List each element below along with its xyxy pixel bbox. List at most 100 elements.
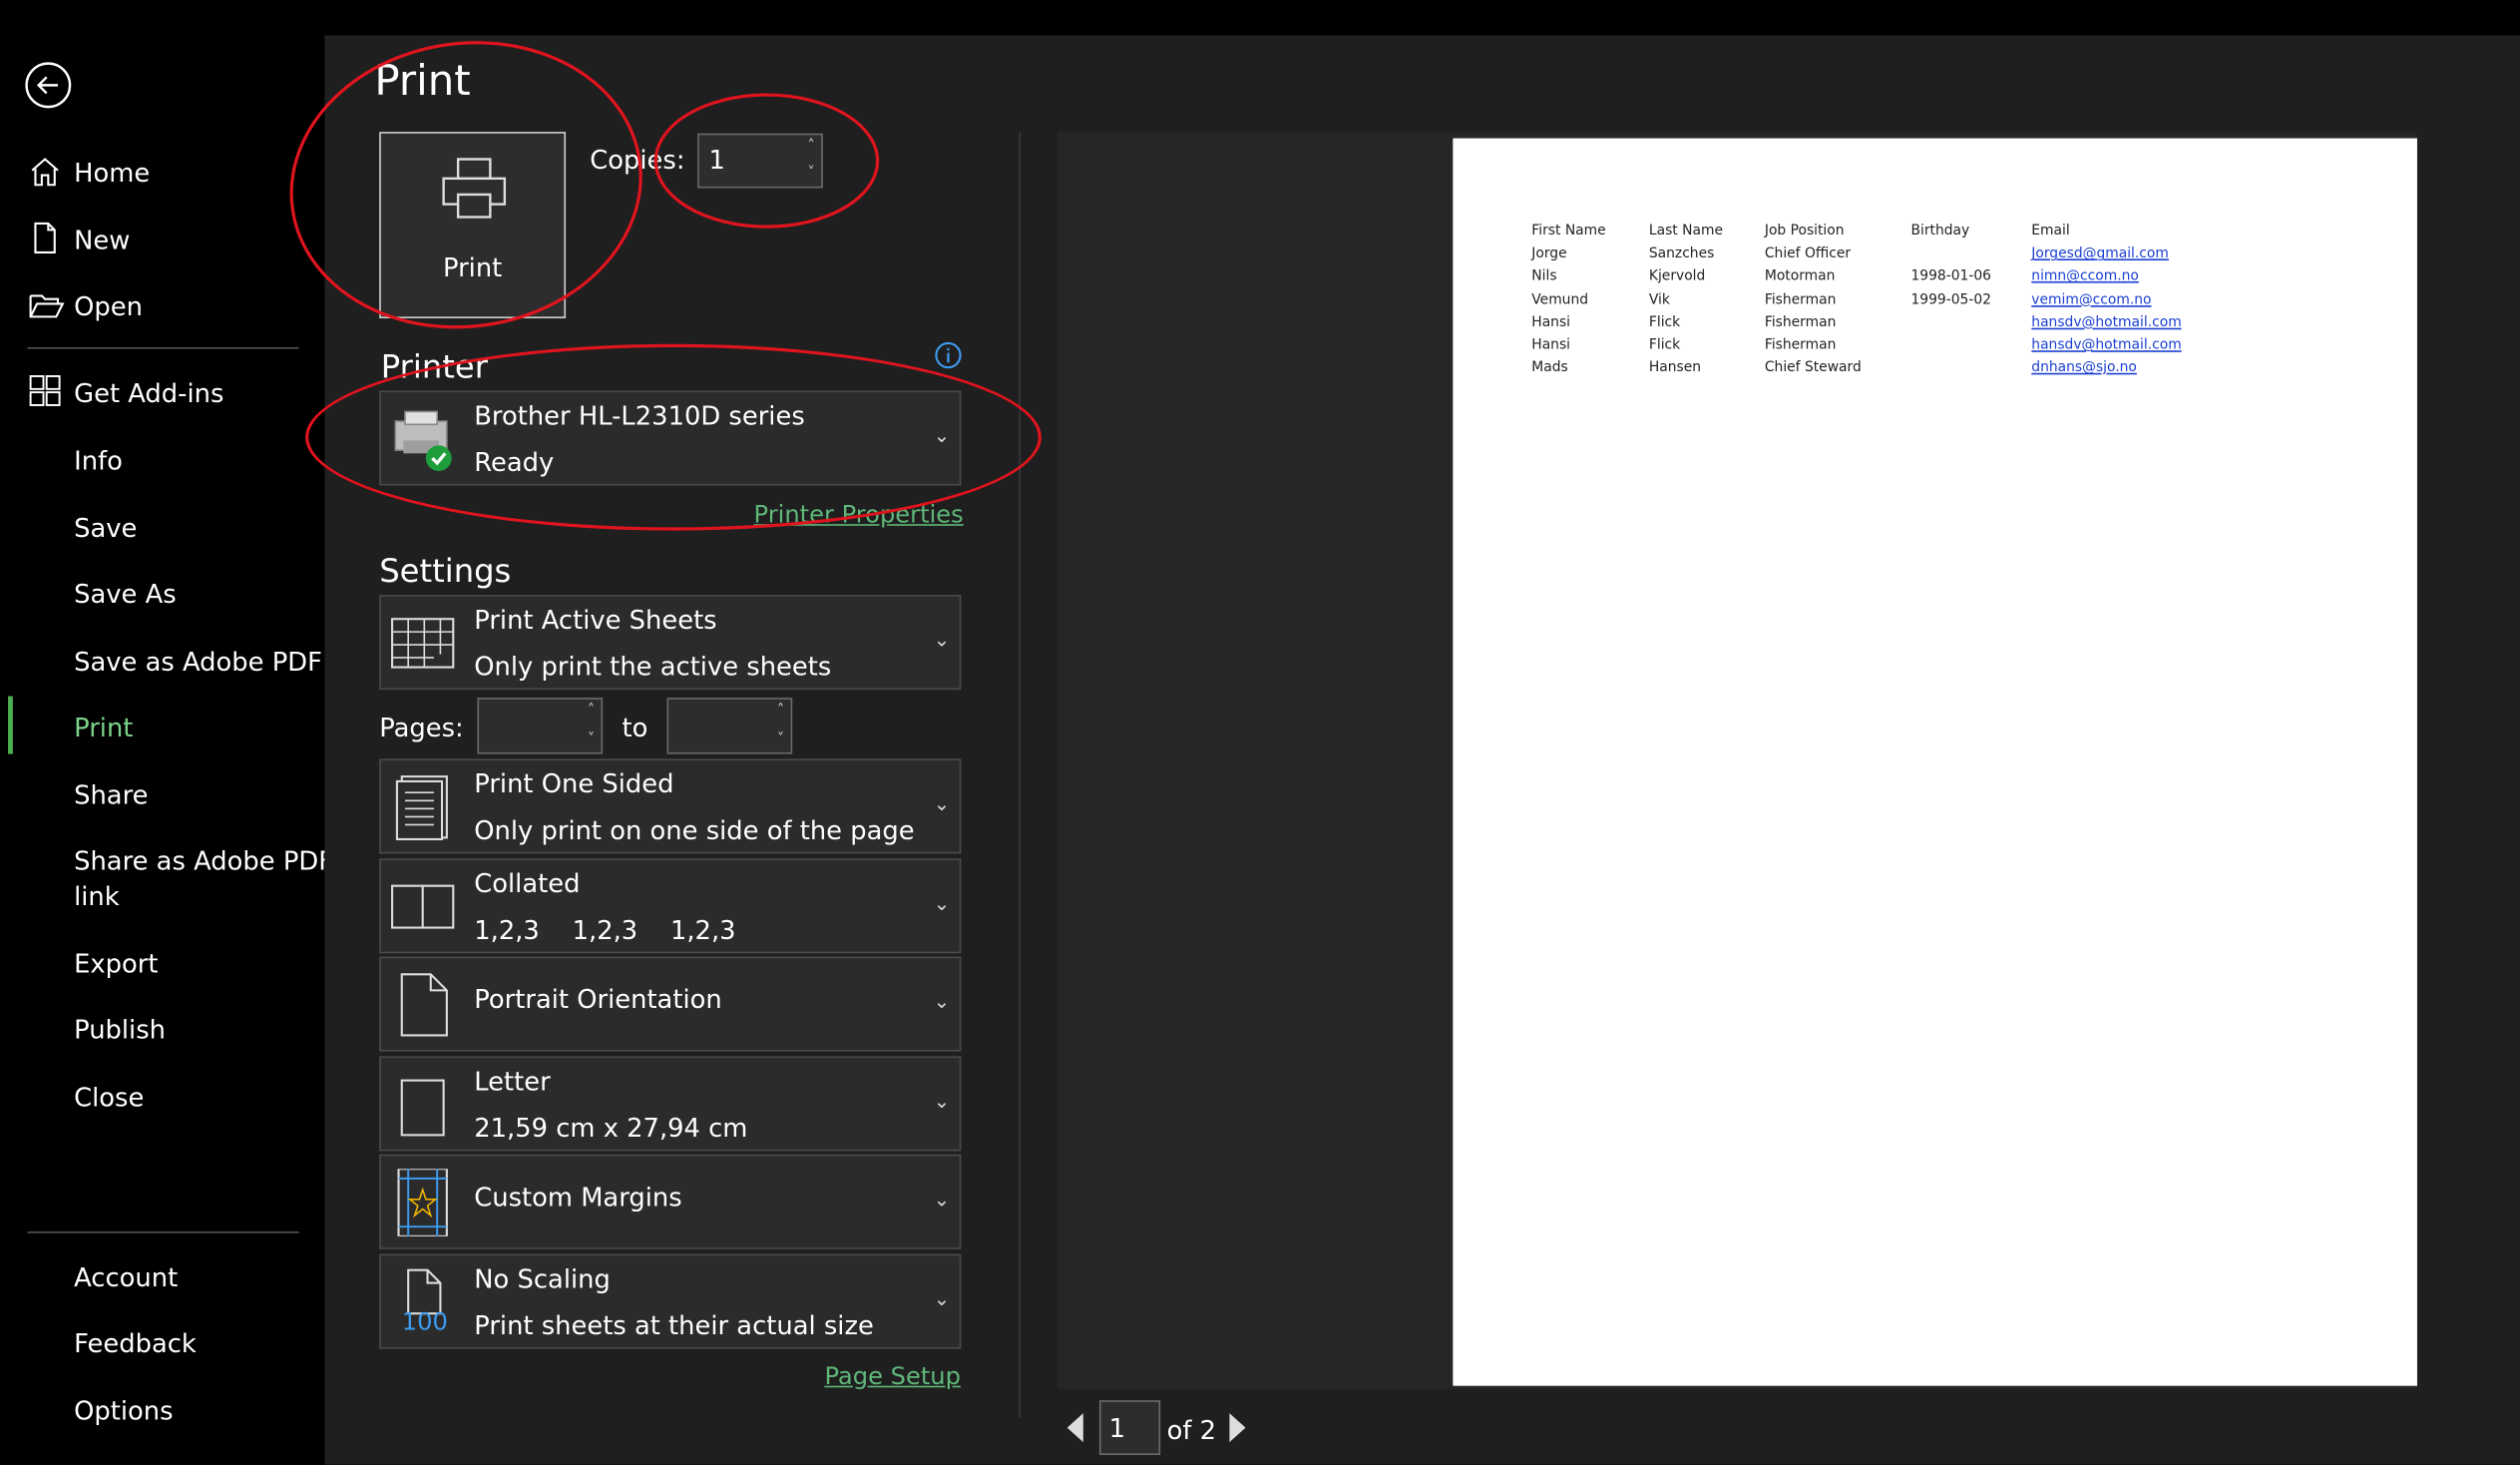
sides-subtitle: Only print on one side of the page xyxy=(474,814,915,846)
chevron-down-icon: ⌄ xyxy=(933,1188,951,1212)
paper-size-dropdown[interactable]: Letter 21,59 cm x 27,94 cm ⌄ xyxy=(379,1056,962,1152)
table-cell xyxy=(1910,337,2031,360)
info-icon[interactable] xyxy=(934,341,963,376)
pages-to-label: to xyxy=(622,712,648,743)
table-cell-email: Jorgesd@gmail.com xyxy=(2031,245,2169,262)
collation-dropdown[interactable]: Collated 1,2,3 1,2,3 1,2,3 ⌄ xyxy=(379,858,962,954)
table-cell: Hansi xyxy=(1531,337,1571,354)
nav-open[interactable]: Open xyxy=(74,291,143,322)
paper-size-title: Letter xyxy=(474,1066,551,1097)
chevron-down-icon: ⌄ xyxy=(933,792,951,815)
scaling-title: No Scaling xyxy=(474,1263,611,1294)
chevron-down-icon: ⌄ xyxy=(933,628,951,652)
sheets-grid-icon xyxy=(391,618,455,669)
panel-separator xyxy=(1019,132,1021,1418)
nav-share[interactable]: Share xyxy=(74,779,148,810)
table-cell: 1998-01-06 xyxy=(1910,268,1991,285)
sides-dropdown[interactable]: Print One Sided Only print on one side o… xyxy=(379,758,962,854)
nav-share-as-adobe-pdf[interactable]: Share as Adobe PDF xyxy=(74,845,333,876)
nav-export[interactable]: Export xyxy=(74,948,158,979)
scaling-percent-label: 100 xyxy=(401,1306,448,1336)
table-cell xyxy=(1910,246,2031,269)
table-row: Jorge Sanzches Chief Officer Jorgesd@gma… xyxy=(1531,246,2208,269)
table-cell: Sanzches xyxy=(1648,245,1715,262)
collation-title: Collated xyxy=(474,867,581,899)
chevron-down-icon: ⌄ xyxy=(933,990,951,1013)
page-number-value: 1 xyxy=(1108,1413,1126,1444)
nav-new[interactable]: New xyxy=(74,226,130,256)
previous-page-icon[interactable] xyxy=(1065,1411,1084,1450)
table-header-row: First Name Last Name Job Position Birthd… xyxy=(1531,224,2208,246)
chevron-down-icon: ⌄ xyxy=(933,892,951,915)
collated-icon xyxy=(391,884,455,929)
print-what-dropdown[interactable]: Print Active Sheets Only print the activ… xyxy=(379,595,962,691)
table-cell-email: hansdv@hotmail.com xyxy=(2031,337,2182,354)
page-setup-link[interactable]: Page Setup xyxy=(824,1362,961,1391)
table-cell: Hansen xyxy=(1648,360,1702,377)
table-row: Nils Kjervold Motorman 1998-01-06 nimn@c… xyxy=(1531,269,2208,292)
table-cell: Kjervold xyxy=(1648,268,1706,285)
table-cell: Chief Officer xyxy=(1764,245,1852,262)
nav-divider xyxy=(27,346,299,349)
table-header: Job Position xyxy=(1764,223,1845,241)
nav-info[interactable]: Info xyxy=(74,445,123,476)
nav-save[interactable]: Save xyxy=(74,513,137,544)
table-cell: Vik xyxy=(1648,291,1670,308)
nav-account[interactable]: Account xyxy=(74,1262,178,1293)
page-total-label: of 2 xyxy=(1166,1414,1217,1446)
nav-print[interactable]: Print xyxy=(74,713,133,743)
nav-share-as-adobe-pdf-line2[interactable]: link xyxy=(74,881,120,912)
table-cell: Fisherman xyxy=(1764,291,1837,308)
open-folder-icon xyxy=(29,289,65,328)
nav-home[interactable]: Home xyxy=(74,158,150,189)
nav-save-as[interactable]: Save As xyxy=(74,579,177,610)
pages-to-up-arrow[interactable]: ˄ xyxy=(777,704,784,719)
table-cell-email: vemim@ccom.no xyxy=(2031,291,2152,308)
table-cell: 1999-05-02 xyxy=(1910,291,1991,308)
add-ins-icon xyxy=(29,374,61,413)
nav-divider-bottom xyxy=(27,1231,299,1233)
new-document-icon xyxy=(29,222,61,260)
pages-to-down-arrow[interactable]: ˅ xyxy=(777,732,784,747)
active-indicator xyxy=(8,696,13,754)
nav-feedback[interactable]: Feedback xyxy=(74,1328,197,1359)
table-header: First Name xyxy=(1531,223,1606,241)
pages-from-up-arrow[interactable]: ˄ xyxy=(588,704,595,719)
back-arrow-icon xyxy=(25,62,72,109)
nav-options[interactable]: Options xyxy=(74,1395,173,1426)
next-page-icon[interactable] xyxy=(1228,1411,1247,1450)
back-button[interactable] xyxy=(24,61,72,109)
chevron-down-icon: ⌄ xyxy=(933,1090,951,1113)
table-row: Hansi Flick Fisherman hansdv@hotmail.com xyxy=(1531,314,2208,337)
margins-dropdown[interactable]: Custom Margins ⌄ xyxy=(379,1154,962,1249)
nav-get-add-ins[interactable]: Get Add-ins xyxy=(74,378,223,409)
nav-close[interactable]: Close xyxy=(74,1082,144,1113)
preview-table: First Name Last Name Job Position Birthd… xyxy=(1531,224,2208,383)
table-cell: Vemund xyxy=(1531,291,1589,308)
one-sided-page-icon xyxy=(395,775,448,840)
nav-publish[interactable]: Publish xyxy=(74,1015,166,1046)
margins-title: Custom Margins xyxy=(474,1182,682,1213)
table-cell: Flick xyxy=(1648,314,1681,331)
nav-save-as-adobe-pdf[interactable]: Save as Adobe PDF xyxy=(74,647,322,678)
sides-title: Print One Sided xyxy=(474,768,674,799)
custom-margins-icon xyxy=(397,1169,448,1236)
table-header: Birthday xyxy=(1910,223,1970,241)
print-what-title: Print Active Sheets xyxy=(474,604,717,636)
chevron-down-icon: ⌄ xyxy=(933,1287,951,1310)
pages-to-spinner[interactable]: ˄ ˅ xyxy=(666,698,793,754)
page-number-input[interactable]: 1 xyxy=(1098,1400,1161,1455)
pages-from-down-arrow[interactable]: ˅ xyxy=(588,732,595,747)
table-header: Email xyxy=(2031,223,2070,241)
table-header: Last Name xyxy=(1648,223,1723,241)
table-cell: Motorman xyxy=(1764,268,1836,285)
scaling-dropdown[interactable]: 100 No Scaling Print sheets at their act… xyxy=(379,1253,962,1349)
orientation-dropdown[interactable]: Portrait Orientation ⌄ xyxy=(379,956,962,1052)
table-cell: Flick xyxy=(1648,337,1681,354)
pages-from-spinner[interactable]: ˄ ˅ xyxy=(477,698,604,754)
paper-size-subtitle: 21,59 cm x 27,94 cm xyxy=(474,1112,748,1144)
table-cell: Mads xyxy=(1531,360,1568,377)
table-cell: Hansi xyxy=(1531,314,1571,331)
table-cell: Fisherman xyxy=(1764,314,1837,331)
annotation-circle-printer xyxy=(305,343,1042,531)
